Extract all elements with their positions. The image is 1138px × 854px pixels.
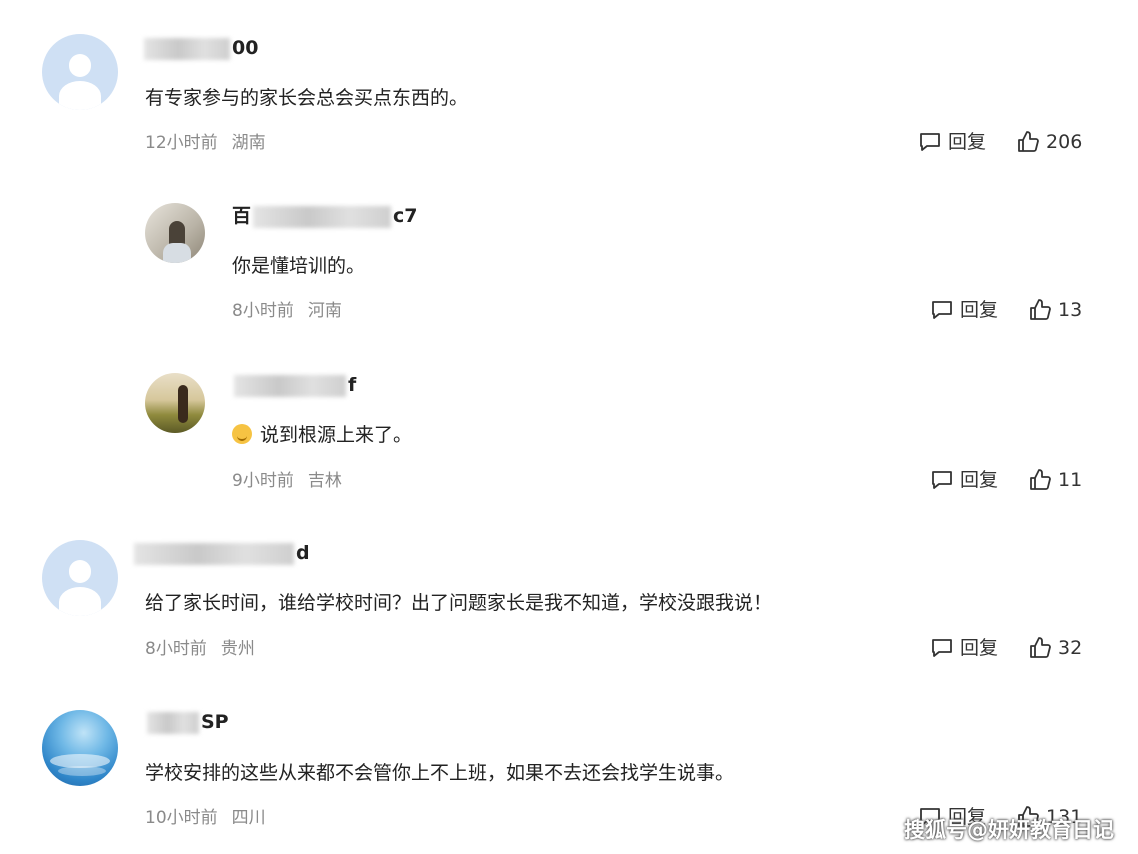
comment-time: 8小时前 [145, 639, 207, 659]
comment-text: 学校安排的这些从来都不会管你上不上班，如果不去还会找学生说事。 [145, 762, 735, 784]
comment-meta: 9小时前 吉林 [232, 469, 342, 493]
comment-text: 你是懂培训的。 [232, 255, 366, 277]
user-avatar[interactable] [145, 373, 205, 433]
comment-actions: 回复 13 [930, 297, 1082, 323]
comment-bubble-icon [932, 301, 952, 319]
comment-time: 10小时前 [145, 808, 218, 828]
comment-text: 有专家参与的家长会总会买点东西的。 [145, 87, 469, 109]
like-button[interactable]: 206 [1016, 129, 1082, 155]
comment-text: 给了家长时间，谁给学校时间？出了问题家长是我不知道，学校没跟我说！ [145, 592, 773, 614]
thumbs-up-icon [1018, 131, 1039, 152]
comment-meta: 8小时前 河南 [232, 299, 342, 323]
user-avatar[interactable] [42, 34, 118, 110]
comment-time: 12小时前 [145, 133, 218, 153]
thumbs-up-icon [1030, 299, 1051, 320]
comment-location: 贵州 [220, 639, 255, 659]
like-button[interactable]: 13 [1028, 297, 1082, 323]
like-count: 32 [1058, 637, 1083, 659]
comment-text: 说到根源上来了。 [232, 421, 412, 449]
comment-bubble-icon [920, 133, 940, 151]
comment-meta: 10小时前 四川 [145, 806, 266, 830]
reply-button[interactable]: 回复 [930, 467, 998, 493]
comment-bubble-icon [932, 471, 952, 489]
comment-actions: 回复 11 [930, 467, 1082, 493]
comment-actions: 回复 206 [918, 129, 1082, 155]
comment-meta: 12小时前 湖南 [145, 131, 266, 155]
reply-button[interactable]: 回复 [930, 297, 998, 323]
user-avatar[interactable] [42, 710, 118, 786]
username[interactable]: f [232, 372, 356, 398]
comment-location: 湖南 [231, 133, 266, 153]
like-count: 13 [1058, 299, 1083, 321]
like-button[interactable]: 32 [1028, 635, 1082, 661]
comment-location: 四川 [231, 808, 266, 828]
like-count: 206 [1046, 131, 1083, 153]
comment-bubble-icon [932, 639, 952, 657]
comment-location: 河南 [307, 301, 342, 321]
like-button[interactable]: 11 [1028, 467, 1082, 493]
reply-button[interactable]: 回复 [930, 635, 998, 661]
username[interactable]: SP [145, 709, 229, 735]
smile-emoji-icon [232, 424, 252, 444]
username[interactable]: 百 c7 [232, 203, 418, 229]
username[interactable]: 00 [142, 35, 258, 61]
thumbs-up-icon [1030, 637, 1051, 658]
comment-time: 9小时前 [232, 471, 294, 491]
comment-actions: 回复 32 [930, 635, 1082, 661]
user-avatar[interactable] [42, 540, 118, 616]
reply-button[interactable]: 回复 [918, 129, 986, 155]
user-avatar[interactable] [145, 203, 205, 263]
comment-meta: 8小时前 贵州 [145, 637, 255, 661]
like-count: 11 [1058, 469, 1083, 491]
watermark: 搜狐号@妍妍教育日记 [904, 818, 1114, 842]
comment-location: 吉林 [307, 471, 342, 491]
comment-time: 8小时前 [232, 301, 294, 321]
thumbs-up-icon [1030, 469, 1051, 490]
username[interactable]: d [132, 540, 310, 566]
